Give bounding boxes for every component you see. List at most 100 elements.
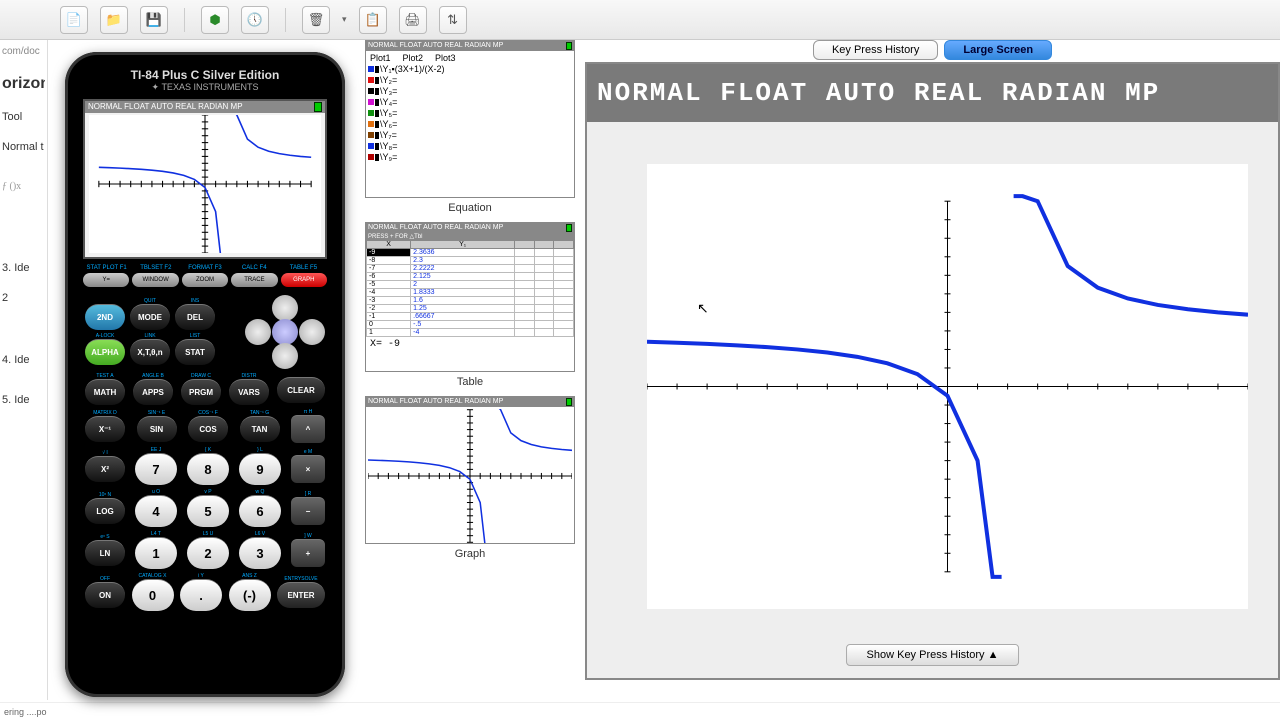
- key-3[interactable]: 3: [239, 537, 281, 569]
- key-x[interactable]: X²: [85, 456, 125, 482]
- table-row[interactable]: -92.3636: [367, 249, 574, 257]
- arrow-pad: [245, 295, 325, 369]
- table-row[interactable]: -41.8333: [367, 289, 574, 297]
- key-2[interactable]: 2: [187, 537, 229, 569]
- save-disk-icon[interactable]: 💾: [140, 6, 168, 34]
- tab-key-history[interactable]: Key Press History: [813, 40, 938, 60]
- trace-key[interactable]: TRACE: [231, 273, 277, 287]
- key-sin[interactable]: SIN: [137, 416, 177, 442]
- var-key[interactable]: X,T,θ,n: [130, 339, 170, 365]
- key-prgm[interactable]: PRGM: [181, 379, 221, 405]
- transfer-icon[interactable]: ⇅: [439, 6, 467, 34]
- equation-row[interactable]: \Y₁▪(3X+1)/(X-2): [368, 64, 572, 74]
- open-folder-icon[interactable]: 📁: [100, 6, 128, 34]
- calc-screen-graph: [89, 115, 321, 253]
- copy-icon[interactable]: 📋: [359, 6, 387, 34]
- key-vars[interactable]: VARS: [229, 379, 269, 405]
- alpha-key[interactable]: ALPHA: [85, 339, 125, 365]
- key-apps[interactable]: APPS: [133, 379, 173, 405]
- equation-row[interactable]: \Y₇=: [368, 130, 572, 140]
- arrow-center-key[interactable]: [272, 319, 298, 345]
- key-[interactable]: ^: [291, 415, 325, 443]
- equation-row[interactable]: \Y₄=: [368, 97, 572, 107]
- key-1[interactable]: 1: [135, 537, 177, 569]
- large-screen-header: NORMAL FLOAT AUTO REAL RADIAN MP: [587, 64, 1278, 122]
- table-row[interactable]: -52: [367, 281, 574, 289]
- key-tan[interactable]: TAN: [240, 416, 280, 442]
- print-icon[interactable]: 🖨: [399, 6, 427, 34]
- key-log[interactable]: LOG: [85, 498, 125, 524]
- table-row[interactable]: -1.66667: [367, 313, 574, 321]
- zoom-key[interactable]: ZOOM: [182, 273, 228, 287]
- calc-brand: ✦ TEXAS INSTRUMENTS: [77, 82, 333, 93]
- background-document: com/doc orizont Tool Normal t ƒ ()x 3. I…: [0, 40, 48, 700]
- key-cos[interactable]: COS: [188, 416, 228, 442]
- app-toolbar: 📄 📁 💾 ⬢ 🕔 🗑 ▾ 📋 🖨 ⇅: [0, 0, 1280, 40]
- refresh-clock-icon[interactable]: 🕔: [241, 6, 269, 34]
- key-[interactable]: +: [291, 539, 325, 567]
- show-history-button[interactable]: Show Key Press History ▲: [846, 644, 1020, 666]
- key-0[interactable]: 0: [132, 579, 174, 611]
- second-key[interactable]: 2ND: [85, 304, 125, 330]
- key-ln[interactable]: LN: [85, 540, 125, 566]
- plot3-toggle[interactable]: Plot3: [435, 53, 456, 63]
- battery-icon: [566, 224, 572, 232]
- plot1-toggle[interactable]: Plot1: [370, 53, 391, 63]
- key-clear[interactable]: CLEAR: [277, 377, 325, 403]
- equation-row[interactable]: \Y₈=: [368, 141, 572, 151]
- table-row[interactable]: -72.2222: [367, 265, 574, 273]
- key-5[interactable]: 5: [187, 495, 229, 527]
- graph-key[interactable]: GRAPH: [281, 273, 327, 287]
- arrow-right-key[interactable]: [299, 319, 325, 345]
- key-on[interactable]: ON: [85, 582, 125, 608]
- tab-large-screen[interactable]: Large Screen: [944, 40, 1052, 60]
- key-6[interactable]: 6: [239, 495, 281, 527]
- table-row[interactable]: 1-4: [367, 329, 574, 337]
- new-file-icon[interactable]: 📄: [60, 6, 88, 34]
- table-label: Table: [365, 376, 575, 388]
- key-enter[interactable]: ENTER: [277, 582, 325, 608]
- key-4[interactable]: 4: [135, 495, 177, 527]
- large-screen: NORMAL FLOAT AUTO REAL RADIAN MP ↖ Show …: [585, 62, 1280, 680]
- plot2-toggle[interactable]: Plot2: [403, 53, 424, 63]
- table-cursor-value: X= -9: [366, 337, 574, 352]
- table-row[interactable]: -21.25: [367, 305, 574, 313]
- equation-row[interactable]: \Y₅=: [368, 108, 572, 118]
- key-math[interactable]: MATH: [85, 379, 125, 405]
- key-[interactable]: −: [291, 497, 325, 525]
- table-panel[interactable]: NORMAL FLOAT AUTO REAL RADIAN MP PRESS +…: [365, 222, 575, 372]
- del-key[interactable]: DEL: [175, 304, 215, 330]
- table-row[interactable]: -31.6: [367, 297, 574, 305]
- key-[interactable]: .: [180, 579, 222, 611]
- key-9[interactable]: 9: [239, 453, 281, 485]
- mode-key[interactable]: MODE: [130, 304, 170, 330]
- battery-icon: [314, 102, 322, 112]
- equation-row[interactable]: \Y₃=: [368, 86, 572, 96]
- calc-screen[interactable]: NORMAL FLOAT AUTO REAL RADIAN MP: [83, 99, 327, 259]
- arrow-up-key[interactable]: [272, 295, 298, 321]
- battery-icon: [566, 398, 572, 406]
- module-cube-icon[interactable]: ⬢: [201, 6, 229, 34]
- equation-row[interactable]: \Y₂=: [368, 75, 572, 85]
- arrow-left-key[interactable]: [245, 319, 271, 345]
- window-key[interactable]: WINDOW: [132, 273, 178, 287]
- key-8[interactable]: 8: [187, 453, 229, 485]
- equation-row[interactable]: \Y₆=: [368, 119, 572, 129]
- stat-key[interactable]: STAT: [175, 339, 215, 365]
- table-row[interactable]: -62.125: [367, 273, 574, 281]
- arrow-down-key[interactable]: [272, 343, 298, 369]
- battery-icon: [566, 42, 572, 50]
- key-[interactable]: (-): [229, 579, 271, 611]
- table-row[interactable]: -82.3: [367, 257, 574, 265]
- key-x[interactable]: X⁻¹: [85, 416, 125, 442]
- equation-row[interactable]: \Y₉=: [368, 152, 572, 162]
- table-row[interactable]: 0-.5: [367, 321, 574, 329]
- large-screen-graph: ↖: [647, 164, 1248, 609]
- trash-icon[interactable]: 🗑: [302, 6, 330, 34]
- equation-panel[interactable]: NORMAL FLOAT AUTO REAL RADIAN MP Plot1 P…: [365, 40, 575, 198]
- y-equals-key[interactable]: Y=: [83, 273, 129, 287]
- key-[interactable]: ×: [291, 455, 325, 483]
- calculator: TI-84 Plus C Silver Edition ✦ TEXAS INST…: [65, 52, 345, 712]
- key-7[interactable]: 7: [135, 453, 177, 485]
- graph-panel[interactable]: NORMAL FLOAT AUTO REAL RADIAN MP: [365, 396, 575, 544]
